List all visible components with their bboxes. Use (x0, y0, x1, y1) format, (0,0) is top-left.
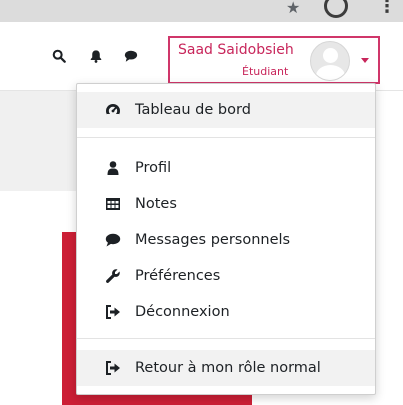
table-icon (105, 196, 121, 212)
bookmark-star-icon[interactable]: ★ (286, 0, 300, 17)
browser-menu-icon[interactable]: ⋮ (378, 0, 396, 17)
sign-out-icon (105, 304, 121, 320)
avatar-body (316, 65, 345, 80)
user-name: Saad Saidobsieh (178, 42, 294, 58)
menu-item-label: Profil (135, 160, 172, 176)
user-menu-toggle[interactable]: Saad Saidobsieh Étudiant (168, 36, 380, 84)
avatar-head (323, 48, 338, 63)
menu-item-label: Préférences (135, 268, 221, 284)
page: ★ ⋮ Saad Saidobsieh Étudiant Tableau de … (0, 0, 403, 405)
menu-item-profile[interactable]: Profil (77, 150, 375, 186)
user-dropdown-menu: Tableau de bord Profil Notes Messages pe… (76, 83, 376, 395)
menu-item-label: Messages personnels (135, 232, 291, 248)
menu-item-preferences[interactable]: Préférences (77, 258, 375, 294)
menu-item-grades[interactable]: Notes (77, 186, 375, 222)
tachometer-icon (105, 102, 121, 118)
menu-divider (77, 338, 375, 339)
search-icon[interactable] (52, 49, 66, 63)
menu-item-label: Notes (135, 196, 177, 212)
sign-out-icon (105, 360, 121, 376)
menu-item-label: Tableau de bord (135, 102, 251, 118)
avatar (310, 41, 350, 81)
sidebar-background (0, 91, 76, 191)
browser-toolbar: ★ ⋮ (0, 0, 403, 23)
caret-down-icon (361, 58, 369, 63)
wrench-icon (105, 268, 121, 284)
reload-icon[interactable] (324, 0, 348, 18)
menu-item-label: Déconnexion (135, 304, 230, 320)
bell-icon[interactable] (89, 49, 103, 63)
menu-item-dashboard[interactable]: Tableau de bord (77, 92, 375, 128)
menu-item-messages[interactable]: Messages personnels (77, 222, 375, 258)
menu-divider (77, 137, 375, 138)
user-role: Étudiant (242, 65, 289, 78)
menu-item-return-role[interactable]: Retour à mon rôle normal (77, 350, 375, 386)
menu-item-logout[interactable]: Déconnexion (77, 294, 375, 330)
user-icon (105, 160, 121, 176)
comment-icon[interactable] (124, 49, 138, 63)
menu-item-label: Retour à mon rôle normal (135, 360, 321, 376)
comment-icon (105, 232, 121, 248)
